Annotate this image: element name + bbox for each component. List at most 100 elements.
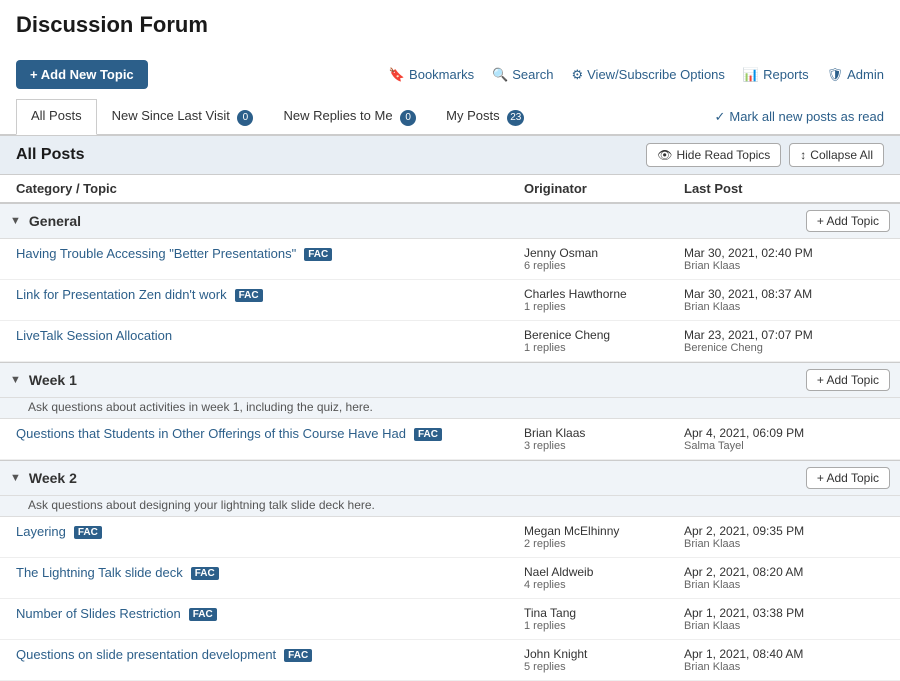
table-row: Questions on slide presentation developm… — [0, 640, 900, 681]
replies-count: 5 replies — [524, 661, 684, 673]
last-post-by: Brian Klaas — [684, 260, 884, 272]
last-post-by: Berenice Cheng — [684, 342, 884, 354]
admin-icon: 🛡 — [827, 67, 844, 83]
hide-read-topics-button[interactable]: 👁 Hide Read Topics — [646, 143, 781, 167]
last-post-date: Apr 2, 2021, 08:20 AM — [684, 565, 884, 579]
last-post-cell: Mar 30, 2021, 08:37 AM Brian Klaas — [684, 287, 884, 313]
topic-link[interactable]: Layering — [16, 524, 66, 539]
top-bar: Add New Topic 🔖 Bookmarks 🔍 Search ⚙ Vie… — [0, 54, 900, 95]
table-row: Link for Presentation Zen didn't work FA… — [0, 280, 900, 321]
last-post-cell: Apr 2, 2021, 08:20 AM Brian Klaas — [684, 565, 884, 591]
replies-count: 3 replies — [524, 440, 684, 452]
fac-badge: FAC — [74, 526, 102, 539]
tab-new-replies[interactable]: New Replies to Me 0 — [268, 99, 431, 134]
originator-cell: John Knight 5 replies — [524, 647, 684, 673]
last-post-date: Mar 23, 2021, 07:07 PM — [684, 328, 884, 342]
topic-cell: Questions on slide presentation developm… — [16, 647, 524, 662]
add-topic-category-button[interactable]: + Add Topic — [806, 369, 890, 391]
category-desc-1: Ask questions about activities in week 1… — [0, 398, 900, 419]
last-post-cell: Mar 23, 2021, 07:07 PM Berenice Cheng — [684, 328, 884, 354]
settings-icon: ⚙ — [571, 67, 583, 83]
topic-cell: LiveTalk Session Allocation — [16, 328, 524, 343]
originator-name: Megan McElhinny — [524, 524, 684, 538]
table-row: Layering FAC Megan McElhinny 2 replies A… — [0, 517, 900, 558]
topic-cell: Number of Slides Restriction FAC — [16, 606, 524, 621]
replies-count: 6 replies — [524, 260, 684, 272]
category-name: General — [29, 213, 798, 229]
table-header: Category / Topic Originator Last Post — [0, 175, 900, 203]
last-post-date: Apr 4, 2021, 06:09 PM — [684, 426, 884, 440]
replies-count: 1 replies — [524, 342, 684, 354]
tab-all-posts[interactable]: All Posts — [16, 99, 97, 135]
last-post-cell: Apr 4, 2021, 06:09 PM Salma Tayel — [684, 426, 884, 452]
topic-cell: The Lightning Talk slide deck FAC — [16, 565, 524, 580]
mark-all-link[interactable]: ✓ Mark all new posts as read — [714, 109, 884, 125]
fac-badge: FAC — [304, 248, 332, 261]
tab-my-posts[interactable]: My Posts 23 — [431, 99, 539, 134]
replies-count: 2 replies — [524, 538, 684, 550]
add-new-topic-button[interactable]: Add New Topic — [16, 60, 148, 89]
category-name: Week 2 — [29, 470, 798, 486]
tab-new-since[interactable]: New Since Last Visit 0 — [97, 99, 269, 134]
fac-badge: FAC — [235, 289, 263, 302]
chevron-down-icon: ▼ — [10, 374, 21, 386]
originator-cell: Charles Hawthorne 1 replies — [524, 287, 684, 313]
section-title: All Posts — [16, 146, 84, 164]
add-topic-category-button[interactable]: + Add Topic — [806, 467, 890, 489]
topic-link[interactable]: Having Trouble Accessing "Better Present… — [16, 246, 296, 261]
originator-name: Jenny Osman — [524, 246, 684, 260]
topic-link[interactable]: Questions that Students in Other Offerin… — [16, 426, 406, 441]
chevron-down-icon: ▼ — [10, 215, 21, 227]
topic-link[interactable]: Questions on slide presentation developm… — [16, 647, 276, 662]
table-row: The Lightning Talk slide deck FAC Nael A… — [0, 558, 900, 599]
reports-link[interactable]: 📊 Reports — [743, 67, 809, 83]
originator-name: Brian Klaas — [524, 426, 684, 440]
page-header: Discussion Forum — [0, 0, 900, 54]
tabs-bar: All Posts New Since Last Visit 0 New Rep… — [0, 99, 900, 135]
table-row: LiveTalk Session Allocation Berenice Che… — [0, 321, 900, 362]
originator-name: Tina Tang — [524, 606, 684, 620]
topic-cell: Link for Presentation Zen didn't work FA… — [16, 287, 524, 302]
topic-cell: Having Trouble Accessing "Better Present… — [16, 246, 524, 261]
originator-cell: Brian Klaas 3 replies — [524, 426, 684, 452]
new-replies-badge: 0 — [400, 110, 416, 126]
last-post-cell: Mar 30, 2021, 02:40 PM Brian Klaas — [684, 246, 884, 272]
topic-link[interactable]: Number of Slides Restriction — [16, 606, 181, 621]
topic-cell: Questions that Students in Other Offerin… — [16, 426, 524, 441]
admin-link[interactable]: 🛡 Admin — [827, 67, 884, 83]
add-topic-category-button[interactable]: + Add Topic — [806, 210, 890, 232]
forum-body: ▼ General + Add Topic Having Trouble Acc… — [0, 203, 900, 681]
last-post-by: Brian Klaas — [684, 301, 884, 313]
topic-cell: Layering FAC — [16, 524, 524, 539]
fac-badge: FAC — [189, 608, 217, 621]
section-header: All Posts 👁 Hide Read Topics ↕ Collapse … — [0, 135, 900, 175]
originator-cell: Nael Aldweib 4 replies — [524, 565, 684, 591]
page-title: Discussion Forum — [16, 12, 884, 38]
eye-icon: 👁 — [657, 148, 672, 162]
replies-count: 4 replies — [524, 579, 684, 591]
view-subscribe-link[interactable]: ⚙ View/Subscribe Options — [571, 67, 724, 83]
bookmarks-link[interactable]: 🔖 Bookmarks — [389, 67, 474, 83]
checkmark-icon: ✓ — [714, 109, 725, 125]
topic-link[interactable]: The Lightning Talk slide deck — [16, 565, 183, 580]
topic-link[interactable]: Link for Presentation Zen didn't work — [16, 287, 227, 302]
originator-name: Nael Aldweib — [524, 565, 684, 579]
fac-badge: FAC — [414, 428, 442, 441]
last-post-by: Brian Klaas — [684, 620, 884, 632]
table-row: Number of Slides Restriction FAC Tina Ta… — [0, 599, 900, 640]
section-actions: 👁 Hide Read Topics ↕ Collapse All — [646, 143, 884, 167]
last-post-by: Brian Klaas — [684, 579, 884, 591]
collapse-all-button[interactable]: ↕ Collapse All — [789, 143, 884, 167]
search-link[interactable]: 🔍 Search — [492, 67, 553, 83]
originator-cell: Berenice Cheng 1 replies — [524, 328, 684, 354]
my-posts-badge: 23 — [507, 110, 524, 126]
table-row: Questions that Students in Other Offerin… — [0, 419, 900, 460]
last-post-cell: Apr 1, 2021, 03:38 PM Brian Klaas — [684, 606, 884, 632]
collapse-icon: ↕ — [800, 148, 806, 162]
nav-links: 🔖 Bookmarks 🔍 Search ⚙ View/Subscribe Op… — [389, 67, 884, 83]
topic-link[interactable]: LiveTalk Session Allocation — [16, 328, 172, 343]
originator-cell: Jenny Osman 6 replies — [524, 246, 684, 272]
col-originator: Originator — [524, 181, 684, 196]
last-post-by: Brian Klaas — [684, 538, 884, 550]
last-post-date: Apr 2, 2021, 09:35 PM — [684, 524, 884, 538]
